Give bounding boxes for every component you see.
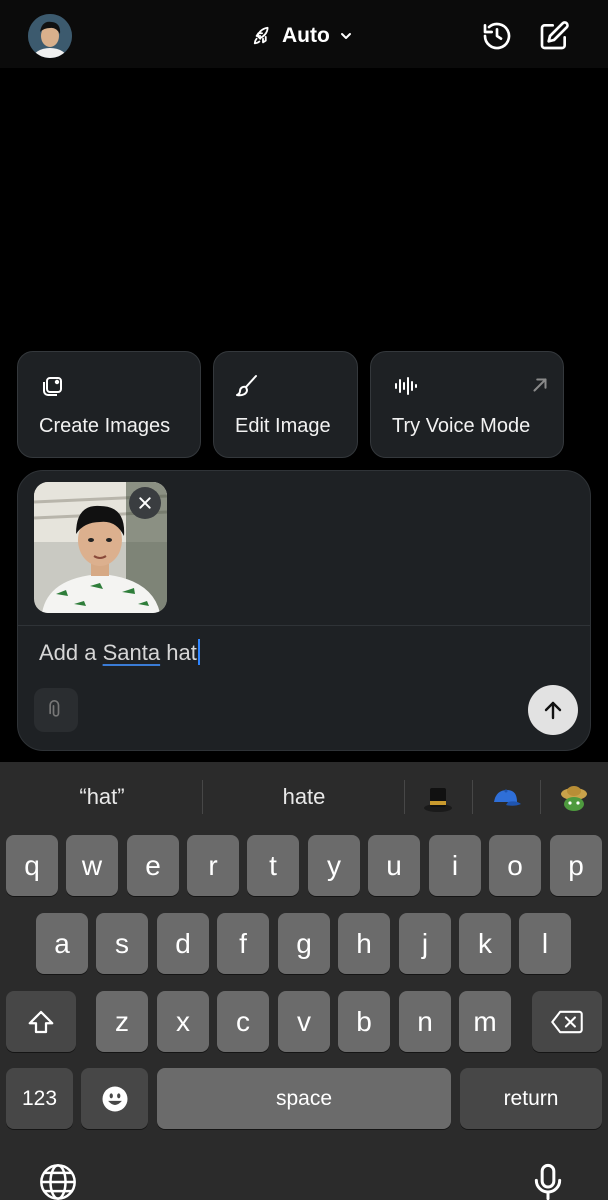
keyboard-suggestion[interactable]: hate (252, 784, 356, 810)
key-f[interactable]: f (217, 913, 269, 974)
image-stack-icon (38, 372, 66, 400)
text-caret (197, 639, 200, 665)
key-k[interactable]: k (459, 913, 511, 974)
backspace-icon (551, 1010, 583, 1033)
attach-button[interactable] (34, 688, 78, 732)
numbers-key[interactable]: 123 (6, 1068, 73, 1129)
shift-icon (28, 1010, 54, 1033)
emoji-key[interactable] (81, 1068, 148, 1129)
prompt-text-end: hat (160, 640, 197, 665)
new-chat-icon[interactable] (538, 20, 570, 52)
key-t[interactable]: t (247, 835, 299, 896)
key-u[interactable]: u (368, 835, 420, 896)
brush-icon (234, 372, 262, 400)
backspace-key[interactable] (532, 991, 602, 1052)
space-key[interactable]: space (157, 1068, 451, 1129)
prompt-input[interactable]: Add a Santa hat (39, 639, 200, 666)
key-s[interactable]: s (96, 913, 148, 974)
card-label: Edit Image (235, 415, 331, 437)
card-label: Create Images (39, 415, 171, 437)
history-icon[interactable] (481, 20, 513, 52)
key-r[interactable]: r (187, 835, 239, 896)
key-v[interactable]: v (278, 991, 330, 1052)
edit-image-card[interactable]: Edit Image (213, 351, 358, 458)
paperclip-icon (49, 700, 60, 717)
voice-mode-card[interactable]: Try Voice Mode (370, 351, 564, 458)
divider (18, 625, 590, 626)
arrow-up-icon (544, 701, 562, 720)
arrow-up-right-icon (533, 378, 547, 392)
key-d[interactable]: d (157, 913, 209, 974)
prompt-underlined-word: Santa (102, 640, 161, 665)
prompt-text-start: Add a (39, 640, 103, 665)
key-x[interactable]: x (157, 991, 209, 1052)
globe-icon[interactable] (38, 1162, 78, 1200)
return-key[interactable]: return (460, 1068, 602, 1129)
keyboard-suggestion[interactable]: “hat” (50, 784, 154, 810)
composer: Add a Santa hat (17, 470, 591, 751)
avatar[interactable] (28, 14, 72, 58)
remove-attachment-button[interactable] (129, 487, 161, 519)
cap-emoji[interactable] (490, 782, 522, 814)
top-hat-emoji[interactable] (422, 782, 454, 814)
card-label: Try Voice Mode (392, 415, 531, 437)
microphone-icon[interactable] (528, 1162, 568, 1200)
key-z[interactable]: z (96, 991, 148, 1052)
key-i[interactable]: i (429, 835, 481, 896)
key-e[interactable]: e (127, 835, 179, 896)
rocket-icon (253, 26, 269, 45)
key-m[interactable]: m (459, 991, 511, 1052)
key-c[interactable]: c (217, 991, 269, 1052)
key-w[interactable]: w (66, 835, 118, 896)
top-bar: Auto (0, 0, 608, 68)
model-selector-button[interactable]: Auto (252, 22, 354, 50)
key-y[interactable]: y (308, 835, 360, 896)
key-g[interactable]: g (278, 913, 330, 974)
emoji-face-icon (102, 1086, 127, 1111)
chevron-down-icon (340, 33, 351, 39)
create-images-card[interactable]: Create Images (17, 351, 201, 458)
turtle-hat-emoji[interactable] (558, 782, 590, 814)
waveform-icon (391, 372, 419, 400)
key-j[interactable]: j (399, 913, 451, 974)
suggestion-divider (540, 780, 541, 814)
key-p[interactable]: p (550, 835, 602, 896)
keyboard: “hat” hate q w e r t y u i o p a s d f g… (0, 762, 608, 1200)
close-icon (139, 497, 151, 509)
key-b[interactable]: b (338, 991, 390, 1052)
key-a[interactable]: a (36, 913, 88, 974)
key-o[interactable]: o (489, 835, 541, 896)
suggestion-divider (472, 780, 473, 814)
send-button[interactable] (528, 685, 578, 735)
key-n[interactable]: n (399, 991, 451, 1052)
key-l[interactable]: l (519, 913, 571, 974)
shift-key[interactable] (6, 991, 76, 1052)
model-label: Auto (282, 24, 330, 47)
suggestion-divider (404, 780, 405, 814)
suggestion-divider (202, 780, 203, 814)
key-q[interactable]: q (6, 835, 58, 896)
key-h[interactable]: h (338, 913, 390, 974)
